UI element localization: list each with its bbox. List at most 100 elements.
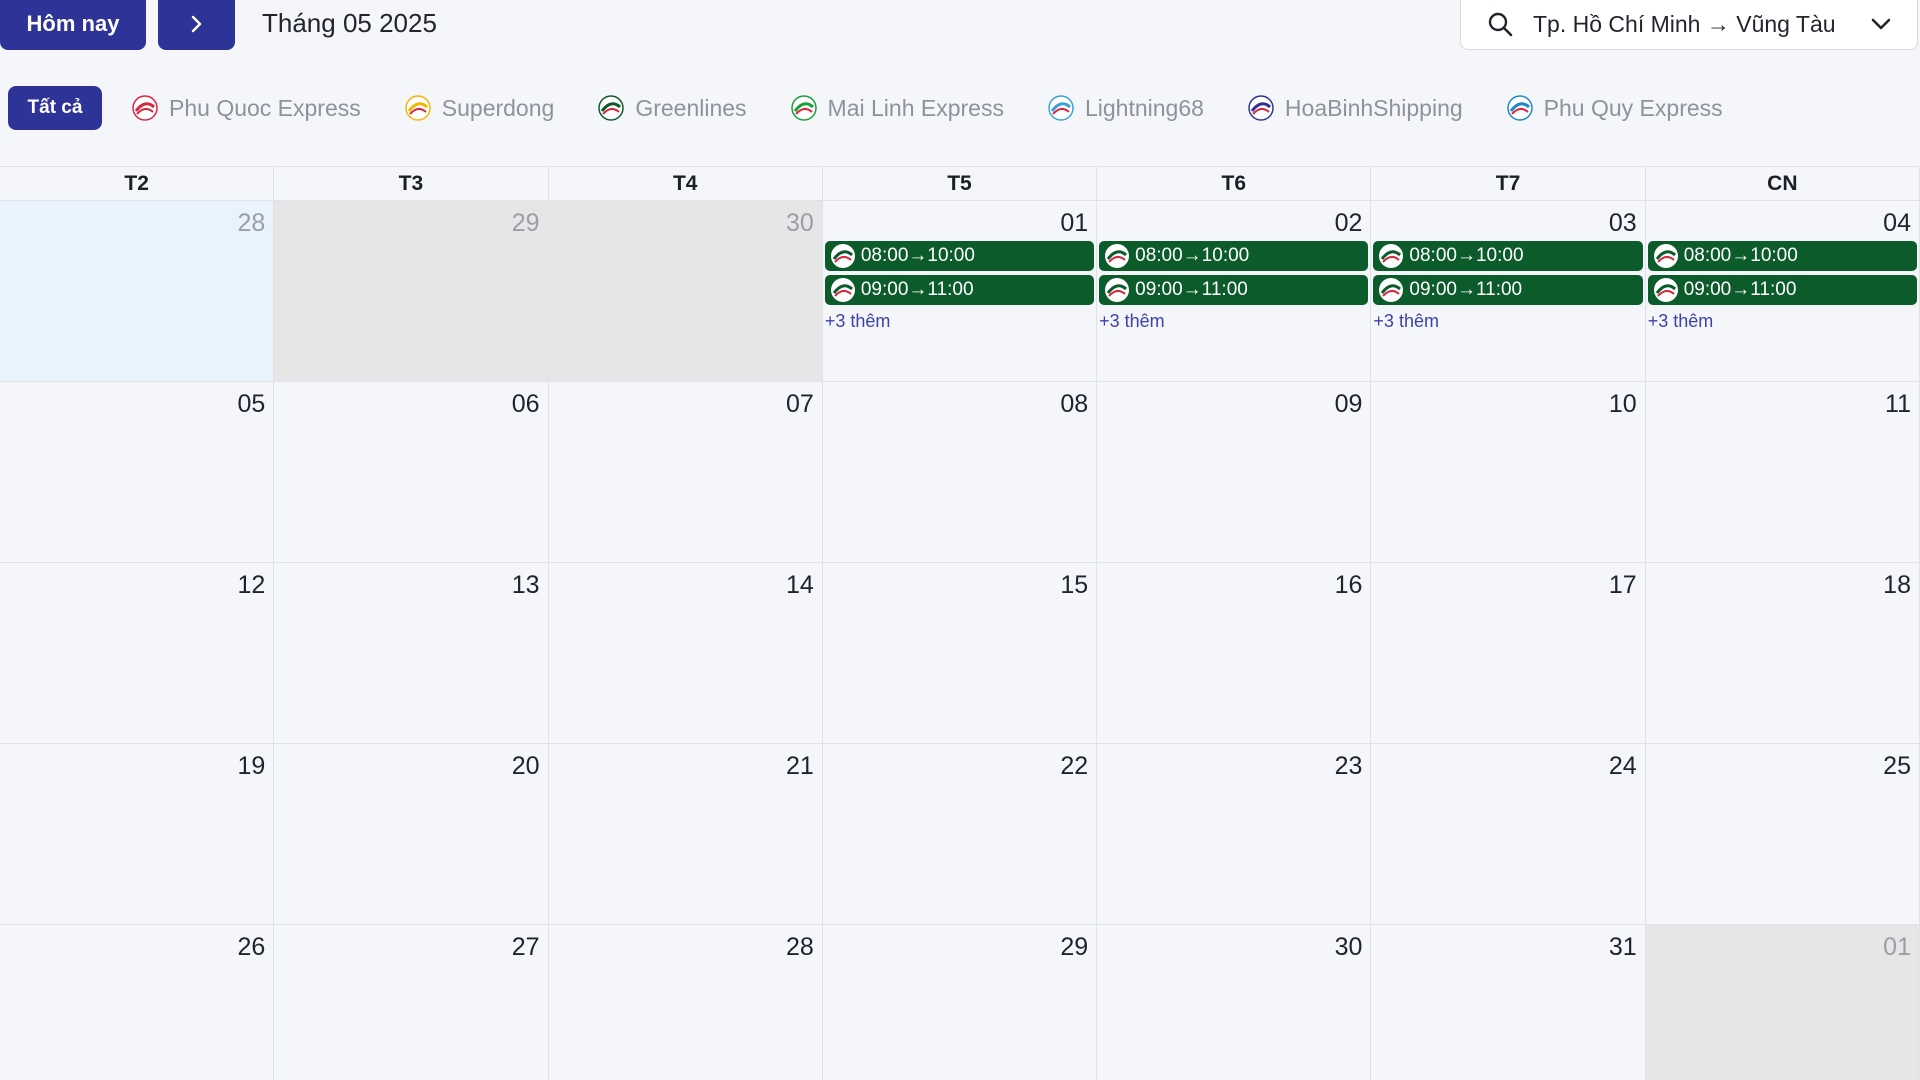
day-cell[interactable]: 28	[0, 201, 275, 382]
trip-time: 09:00→11:00	[860, 279, 974, 300]
trip-event[interactable]: 08:00→10:00	[1373, 241, 1643, 271]
day-number: 09	[1334, 390, 1363, 418]
filter-chip-label: HoaBinhShipping	[1284, 94, 1463, 121]
day-cell[interactable]: 09	[1097, 382, 1372, 563]
top-toolbar: Hôm nay Tháng 05 2025 Tp. Hồ Chí Minh → …	[0, 0, 1920, 52]
day-number: 26	[237, 933, 266, 961]
day-cell[interactable]: 12	[0, 563, 275, 744]
day-cell[interactable]: 27	[274, 925, 549, 1080]
day-number: 17	[1608, 571, 1637, 599]
weekday-label: CN	[1646, 167, 1920, 201]
greenlines-logo-icon	[1653, 244, 1678, 268]
route-text: Tp. Hồ Chí Minh → Vũng Tàu	[1533, 10, 1836, 37]
filter-chip-label: Greenlines	[635, 94, 747, 121]
day-number: 28	[786, 933, 814, 961]
trip-event[interactable]: 08:00→10:00	[1099, 241, 1369, 271]
filter-chip-label: Phu Quoc Express	[169, 94, 361, 121]
trip-time: 09:00→11:00	[1135, 279, 1248, 300]
today-button[interactable]: Hôm nay	[0, 0, 146, 50]
filter-chip-superdong[interactable]: Superdong	[405, 86, 554, 130]
greenlines-logo-icon	[830, 244, 855, 268]
day-cell[interactable]: 01 08:00→10:00 09:00→11:00 +3 thêm	[822, 201, 1098, 382]
filter-all-chip[interactable]: Tất cả	[8, 86, 102, 130]
day-cell[interactable]: 28	[548, 925, 823, 1080]
day-cell[interactable]: 15	[822, 563, 1098, 744]
day-cell[interactable]: 01	[1645, 925, 1920, 1080]
day-cell[interactable]: 23	[1097, 744, 1372, 925]
trip-event[interactable]: 08:00→10:00	[1647, 241, 1917, 271]
day-cell[interactable]: 19	[0, 744, 275, 925]
day-cell[interactable]: 06	[274, 382, 549, 563]
trip-time: 09:00→11:00	[1683, 279, 1797, 300]
filter-chip-hoabinh[interactable]: HoaBinhShipping	[1248, 86, 1463, 130]
filter-chip-mai-linh[interactable]: Mai Linh Express	[790, 86, 1004, 130]
day-number: 12	[237, 571, 266, 599]
day-cell[interactable]: 20	[274, 744, 549, 925]
day-cell[interactable]: 29	[822, 925, 1098, 1080]
more-events-link[interactable]: +3 thêm	[1099, 311, 1368, 332]
day-cell[interactable]: 11	[1645, 382, 1920, 563]
trip-event[interactable]: 09:00→11:00	[1373, 275, 1643, 305]
filter-chip-phu-quoc-express[interactable]: Phu Quoc Express	[132, 86, 361, 130]
day-number: 22	[1060, 752, 1089, 780]
day-cell[interactable]: 16	[1097, 563, 1372, 744]
day-cell[interactable]: 24	[1371, 744, 1646, 925]
weekday-label: T5	[823, 167, 1098, 201]
day-cell[interactable]: 30	[1097, 925, 1372, 1080]
route-selector[interactable]: Tp. Hồ Chí Minh → Vũng Tàu	[1460, 0, 1918, 50]
day-cell[interactable]: 04 08:00→10:00 09:00→11:00 +3 thêm	[1645, 201, 1920, 382]
day-cell[interactable]: 03 08:00→10:00 09:00→11:00 +3 thêm	[1371, 201, 1646, 382]
day-number: 13	[511, 571, 540, 599]
more-events-link[interactable]: +3 thêm	[825, 311, 1094, 332]
day-cell[interactable]: 10	[1371, 382, 1646, 563]
day-cell[interactable]: 29	[274, 201, 549, 382]
day-number: 02	[1334, 209, 1363, 237]
day-number: 21	[786, 752, 814, 780]
filter-chip-greenlines[interactable]: Greenlines	[598, 86, 747, 130]
day-events: 08:00→10:00 09:00→11:00 +3 thêm	[824, 241, 1095, 332]
trip-event[interactable]: 09:00→11:00	[1099, 275, 1369, 305]
day-number: 18	[1883, 571, 1911, 599]
day-cell[interactable]: 31	[1371, 925, 1646, 1080]
day-events: 08:00→10:00 09:00→11:00 +3 thêm	[1647, 241, 1917, 332]
day-number: 15	[1060, 571, 1089, 599]
filter-chip-lightning68[interactable]: Lightning68	[1048, 86, 1204, 130]
day-cell[interactable]: 22	[822, 744, 1098, 925]
day-number: 01	[1060, 209, 1089, 237]
day-cell[interactable]: 14	[548, 563, 823, 744]
day-cell[interactable]: 30	[548, 201, 823, 382]
day-cell[interactable]: 05	[0, 382, 275, 563]
hoabinh-logo-icon	[1248, 95, 1274, 121]
day-cell[interactable]: 17	[1371, 563, 1646, 744]
month-title: Tháng 05 2025	[262, 8, 437, 38]
trip-event[interactable]: 08:00→10:00	[824, 241, 1095, 271]
next-month-button[interactable]	[158, 0, 235, 50]
phu-quy-logo-icon	[1506, 95, 1533, 121]
lightning68-logo-icon	[1048, 95, 1074, 121]
day-cell[interactable]: 25	[1645, 744, 1920, 925]
day-cell[interactable]: 02 08:00→10:00 09:00→11:00 +3 thêm	[1097, 201, 1372, 382]
filter-chip-phu-quy[interactable]: Phu Quy Express	[1506, 86, 1723, 130]
operator-filters: Tất cả Phu Quoc Express Superdong Greenlin…	[8, 86, 1723, 130]
trip-time: 09:00→11:00	[1409, 279, 1523, 300]
filter-chip-label: Phu Quy Express	[1543, 94, 1723, 121]
more-events-link[interactable]: +3 thêm	[1373, 311, 1642, 332]
filter-chip-label: Mai Linh Express	[827, 94, 1004, 121]
trip-event[interactable]: 09:00→11:00	[1647, 275, 1917, 305]
trip-event[interactable]: 09:00→11:00	[824, 275, 1095, 305]
day-cell[interactable]: 07	[548, 382, 823, 563]
chevron-right-icon	[191, 15, 201, 33]
month-calendar: T2 T3 T4 T5 T6 T7 CN 28 29 30 01 08:00→10:00 09:00→…	[0, 166, 1920, 1080]
superdong-logo-icon	[405, 95, 431, 121]
day-number: 30	[1334, 933, 1363, 961]
day-cell[interactable]: 18	[1645, 563, 1920, 744]
day-cell[interactable]: 13	[274, 563, 549, 744]
day-cell[interactable]: 21	[548, 744, 823, 925]
day-number: 16	[1334, 571, 1363, 599]
day-cell[interactable]: 26	[0, 925, 275, 1080]
more-events-link[interactable]: +3 thêm	[1648, 311, 1917, 332]
day-number: 11	[1885, 390, 1911, 418]
search-icon	[1488, 12, 1513, 37]
day-cell[interactable]: 08	[822, 382, 1098, 563]
greenlines-logo-icon	[1379, 244, 1404, 268]
